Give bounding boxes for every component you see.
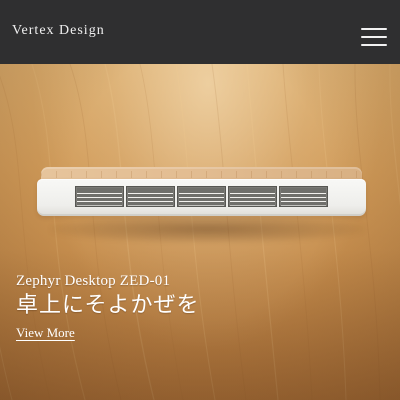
- hamburger-menu-icon: [361, 44, 387, 46]
- vent-section: [75, 186, 124, 207]
- page: Vertex Design Zephyr Desktop ZED-01 卓上にそ…: [0, 0, 400, 400]
- hamburger-menu-icon: [361, 36, 387, 38]
- white-fan-body: [37, 179, 366, 216]
- vent-section: [177, 186, 226, 207]
- vent-section: [228, 186, 277, 207]
- site-header: Vertex Design: [0, 0, 400, 64]
- product-shadow: [50, 215, 365, 243]
- desktop-fan-product-image: [37, 167, 366, 219]
- vent-section: [279, 186, 328, 207]
- vent-grille: [75, 186, 328, 207]
- view-more-link[interactable]: View More: [16, 325, 75, 341]
- hamburger-menu-icon: [361, 28, 387, 30]
- brand-logo[interactable]: Vertex Design: [12, 23, 105, 39]
- product-caption: Zephyr Desktop ZED-01 卓上にそよかぜを: [16, 273, 200, 320]
- wood-top-grain: [41, 171, 362, 178]
- hero-section: Zephyr Desktop ZED-01 卓上にそよかぜを View More: [0, 64, 400, 400]
- product-tagline: 卓上にそよかぜを: [16, 293, 200, 318]
- menu-button[interactable]: [361, 28, 387, 48]
- product-name: Zephyr Desktop ZED-01: [16, 273, 171, 289]
- vent-section: [126, 186, 175, 207]
